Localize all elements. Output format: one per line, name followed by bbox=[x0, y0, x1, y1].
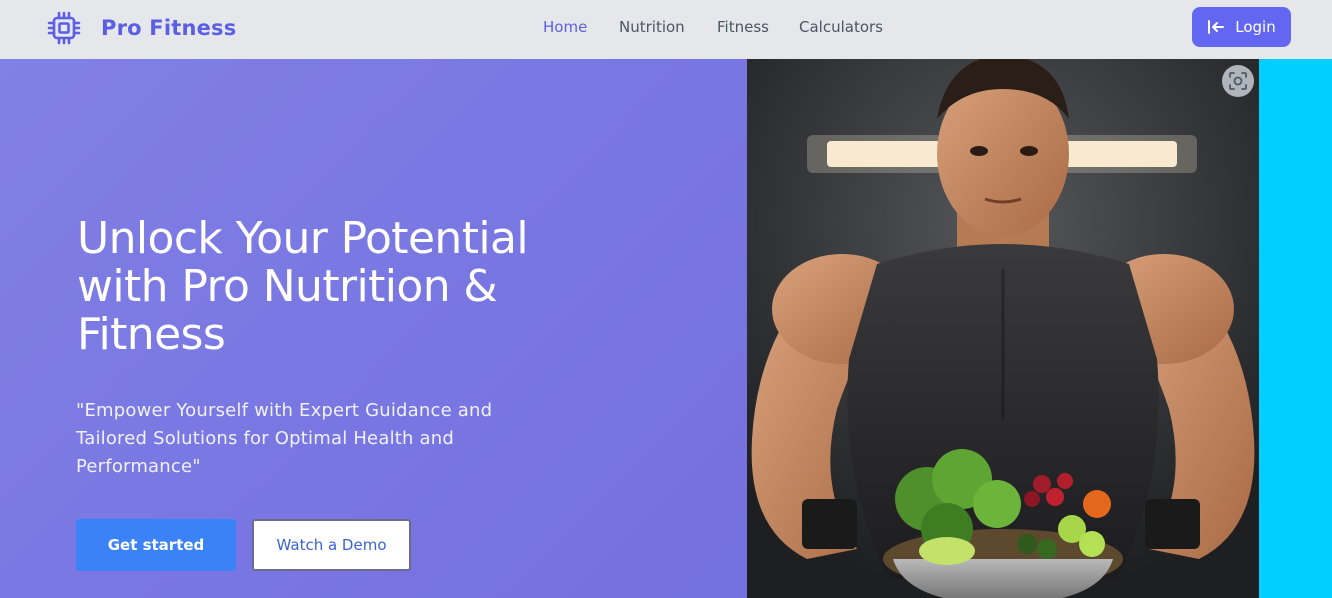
side-accent-strip bbox=[1259, 59, 1332, 598]
get-started-label: Get started bbox=[107, 536, 205, 554]
nav-link-home[interactable]: Home bbox=[543, 18, 587, 36]
navbar: Pro Fitness Home Nutrition Fitness Calcu… bbox=[0, 0, 1332, 59]
hero-section: Unlock Your Potential with Pro Nutrition… bbox=[0, 59, 747, 598]
nav-link-nutrition[interactable]: Nutrition bbox=[619, 18, 685, 36]
nav-link-fitness[interactable]: Fitness bbox=[717, 18, 769, 36]
fitness-man-illustration bbox=[747, 59, 1259, 598]
nav-link-calculators[interactable]: Calculators bbox=[799, 18, 883, 36]
login-button[interactable]: Login bbox=[1192, 7, 1291, 47]
watch-demo-label: Watch a Demo bbox=[276, 536, 387, 554]
hero-image bbox=[747, 59, 1259, 598]
visual-search-icon bbox=[1229, 72, 1247, 90]
login-label: Login bbox=[1235, 18, 1276, 36]
nav-links: Home Nutrition Fitness Calculators bbox=[0, 18, 1332, 38]
hero-subtitle: "Empower Yourself with Expert Guidance a… bbox=[76, 400, 493, 477]
watch-demo-button[interactable]: Watch a Demo bbox=[252, 519, 411, 571]
get-started-button[interactable]: Get started bbox=[76, 519, 236, 571]
hero-title: Unlock Your Potential with Pro Nutrition… bbox=[77, 213, 529, 360]
visual-search-button[interactable] bbox=[1222, 65, 1254, 97]
login-arrow-icon bbox=[1208, 20, 1225, 34]
